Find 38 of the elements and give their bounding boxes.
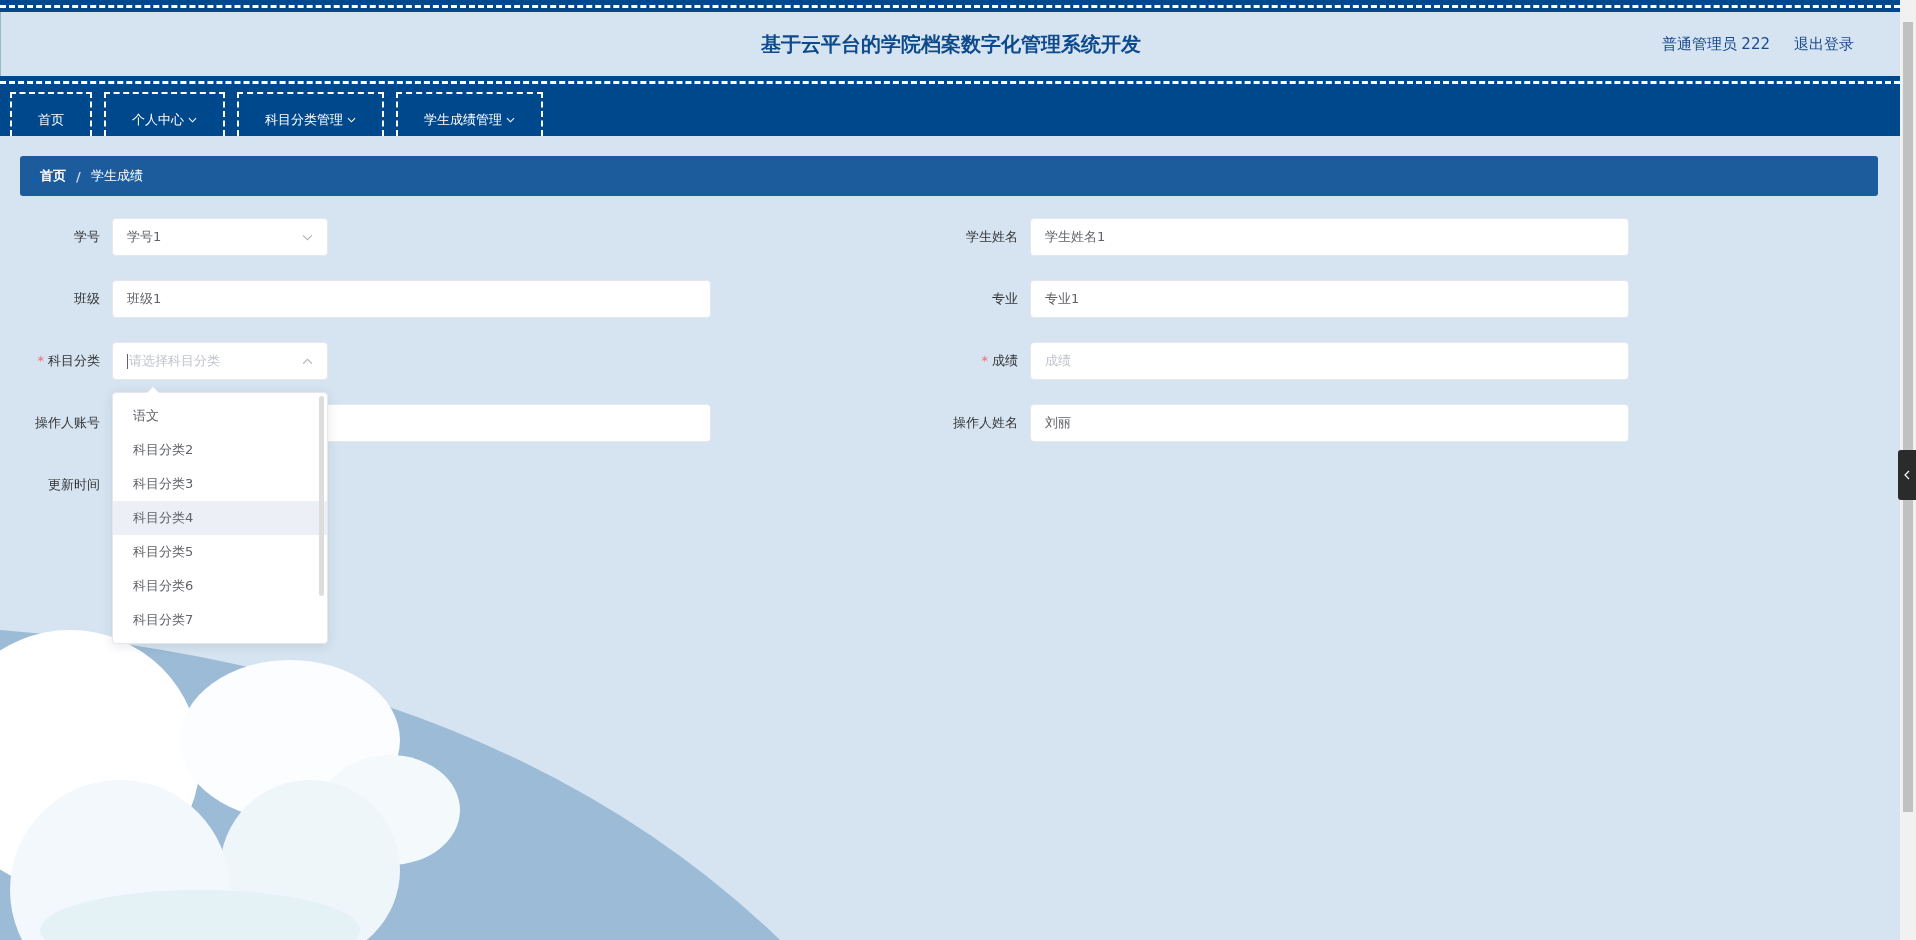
field-label: * 科目分类 [36,352,101,370]
dropdown-option[interactable]: 语文 [113,399,327,433]
field-label: 操作人姓名 [952,414,1019,432]
scrollbar[interactable] [1900,0,1916,940]
dropdown-option[interactable]: 科目分类6 [113,569,327,603]
breadcrumb-separator: / [76,168,81,184]
breadcrumb-link[interactable]: 学生成绩 [90,167,143,185]
nav-tab[interactable]: 学生成绩管理 [396,92,543,136]
input-field[interactable]: 专业1 [1030,280,1629,318]
chevron-up-icon [302,357,313,365]
dropdown-option[interactable]: 科目分类5 [113,535,327,569]
user-name: 普通管理员 222 [1661,34,1770,54]
chevron-down-icon [506,117,515,123]
field-label: 更新时间 [47,476,101,494]
chevron-down-icon [347,117,356,123]
input-field[interactable]: 学生姓名1 [1030,218,1629,256]
site-title: 基于云平台的学院档案数字化管理系统开发 [761,30,1141,58]
input-field[interactable]: 班级1 [112,280,711,318]
dropdown-option[interactable]: 科目分类2 [113,433,327,467]
nav-tab[interactable]: 个人中心 [104,92,225,136]
chevron-down-icon [302,233,313,241]
input-field[interactable]: 刘丽 [1030,404,1629,442]
field-label: 班级 [73,290,101,308]
collapse-handle[interactable] [1898,450,1916,500]
field-label: 专业 [991,290,1019,308]
nav-tab[interactable]: 科目分类管理 [237,92,384,136]
breadcrumb-link[interactable]: 首页 [40,167,66,185]
field-label: 学生姓名 [965,228,1019,246]
dropdown-option[interactable]: 科目分类4 [113,501,327,535]
field-label: 学号 [73,228,101,246]
logout-link[interactable]: 退出登录 [1794,34,1854,54]
dropdown-option[interactable]: 科目分类7 [113,603,327,637]
dropdown-option[interactable]: 科目分类3 [113,467,327,501]
field-label: * 成绩 [980,352,1019,370]
nav-tab[interactable]: 首页 [10,92,92,136]
select-field[interactable]: 学号1 [112,218,328,256]
chevron-down-icon [188,117,197,123]
field-label: 操作人账号 [34,414,101,432]
